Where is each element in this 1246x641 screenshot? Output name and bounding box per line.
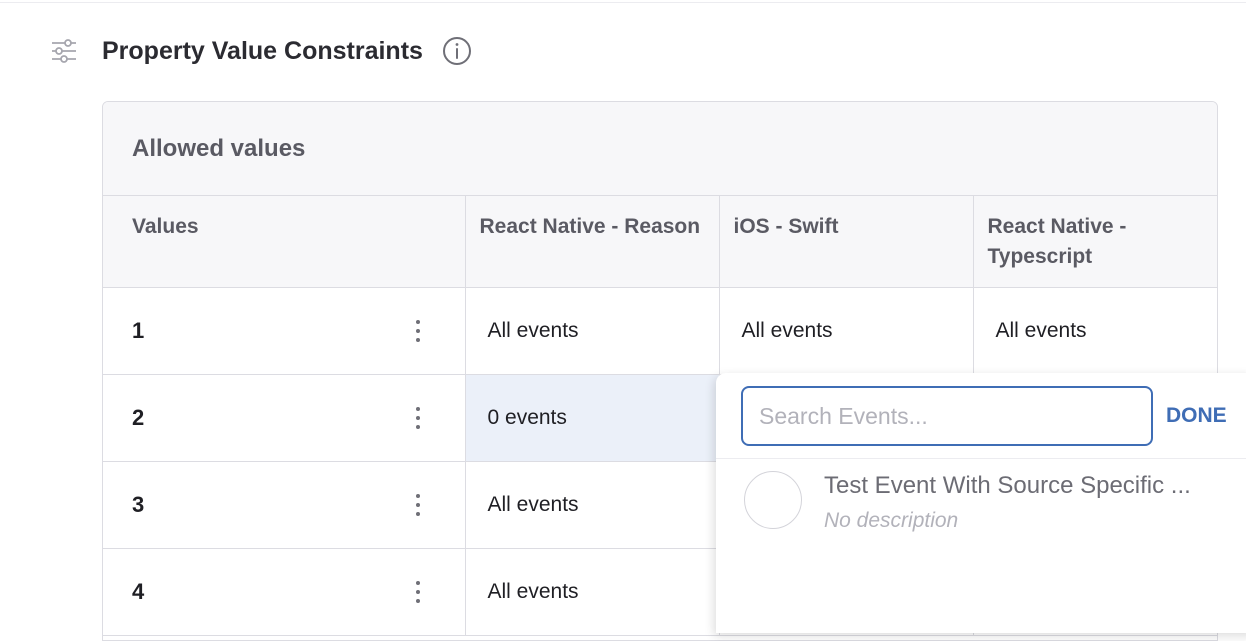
value-cell: 1 <box>103 287 466 375</box>
column-header-react-native-typescript: React Native - Typescript <box>973 196 1217 288</box>
sliders-icon <box>50 37 78 65</box>
info-icon[interactable] <box>442 36 472 66</box>
value-cell: 2 <box>103 374 466 462</box>
event-count-cell-selected[interactable]: 0 events <box>465 374 720 462</box>
section-header: Property Value Constraints <box>50 30 471 72</box>
value-label: 1 <box>132 317 145 343</box>
value-cell: 3 <box>103 461 466 549</box>
value-label: 3 <box>132 491 145 517</box>
event-count-cell[interactable]: All events <box>465 287 720 375</box>
table-header-row: Values React Native - Reason iOS - Swift… <box>103 196 1217 288</box>
column-header-react-native-reason: React Native - Reason <box>465 196 720 288</box>
more-vertical-icon[interactable] <box>403 577 433 607</box>
more-vertical-icon[interactable] <box>403 490 433 520</box>
column-header-values: Values <box>103 196 466 288</box>
event-option[interactable]: Test Event With Source Specific ... No d… <box>716 459 1246 543</box>
event-count-label: All events <box>741 318 833 342</box>
value-label: 4 <box>132 578 145 604</box>
event-count-label: All events <box>487 492 579 516</box>
event-count-cell[interactable]: All events <box>465 461 720 549</box>
event-count-label: All events <box>995 318 1087 342</box>
event-count-label: All events <box>487 579 579 603</box>
event-picker-popover: DONE Test Event With Source Specific ...… <box>716 373 1246 633</box>
allowed-values-title: Allowed values <box>132 134 306 162</box>
event-count-label: 0 events <box>487 405 567 429</box>
allowed-values-header: Allowed values <box>103 102 1217 196</box>
event-count-cell[interactable]: All events <box>973 287 1217 375</box>
done-button[interactable]: DONE <box>1164 398 1229 434</box>
more-vertical-icon[interactable] <box>403 403 433 433</box>
event-option-description: No description <box>824 509 959 532</box>
event-count-cell[interactable]: All events <box>719 287 974 375</box>
search-events-input[interactable] <box>741 386 1153 446</box>
value-label: 2 <box>132 404 145 430</box>
table-row: 1 All events All events All events <box>103 287 1217 375</box>
top-divider <box>0 2 1246 3</box>
column-header-ios-swift: iOS - Swift <box>719 196 974 288</box>
more-vertical-icon[interactable] <box>403 316 433 346</box>
section-title: Property Value Constraints <box>102 37 423 65</box>
event-option-name: Test Event With Source Specific ... <box>824 472 1191 499</box>
event-count-label: All events <box>487 318 579 342</box>
select-event-radio[interactable] <box>744 471 802 529</box>
